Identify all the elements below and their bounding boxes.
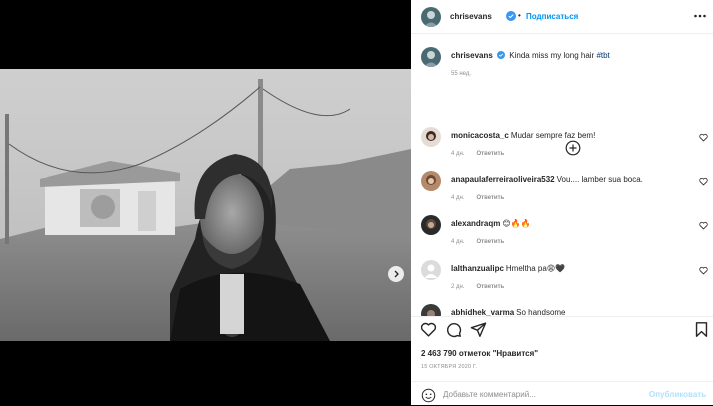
next-slide-button[interactable] [388,266,404,282]
comment-item: monicacosta_c Mudar sempre faz bem! 4 дн.… [421,127,711,167]
caption-text: chrisevans Kinda miss my long hair #tbt [451,51,610,60]
paper-plane-icon[interactable] [470,321,487,338]
comment-item: lalthanzualipc Hmeltha pa😩🖤 2 дн. Ответить [421,260,711,300]
post-details-panel: chrisevans • Подписаться chrisevans Kind… [411,0,713,405]
verified-badge-icon [506,11,516,21]
smiley-icon[interactable] [421,388,436,403]
reply-button[interactable]: Ответить [477,284,505,290]
post-actions: 2 463 790 отметок "Нравится" 15 ОКТЯБРЯ … [411,316,713,405]
post-date[interactable]: 15 ОКТЯБРЯ 2020 Г. [421,364,477,370]
photo-image [0,69,411,341]
comment-text: Vou.... lamber sua boca. [556,175,643,184]
post-header: chrisevans • Подписаться [411,0,713,34]
comment-input[interactable] [443,386,643,402]
comment-text: Mudar sempre faz bem! [510,131,596,140]
heart-icon[interactable] [699,133,708,142]
add-comment-bar: Опубликовать [411,381,713,406]
comment-item: alexandraqm 😊🔥🔥 4 дн. Ответить [421,215,711,255]
heart-icon[interactable] [420,321,437,338]
comment-username[interactable]: abhidhek_varma [451,308,514,316]
comment-time[interactable]: 4 дн. [451,151,465,157]
comment-username[interactable]: monicacosta_c [451,131,509,140]
caption-username[interactable]: chrisevans [451,51,493,60]
comments-list[interactable]: monicacosta_c Mudar sempre faz bem! 4 дн.… [411,120,713,316]
post-photo[interactable] [0,69,411,341]
heart-icon[interactable] [699,266,708,275]
bookmark-icon[interactable] [693,321,710,338]
commenter-avatar[interactable] [421,260,441,280]
commenter-avatar[interactable] [421,215,441,235]
caption-avatar[interactable] [421,47,441,67]
comment-text: 😊🔥🔥 [502,219,531,228]
comment-bubble-icon[interactable] [445,321,462,338]
follow-button[interactable]: Подписаться [526,12,578,21]
comment-item: anapaulaferreiraoliveira532 Vou.... lambe… [421,171,711,211]
separator-dot: • [518,11,521,20]
commenter-avatar[interactable] [421,127,441,147]
likes-count[interactable]: 2 463 790 отметок "Нравится" [421,349,538,358]
more-options-button[interactable] [692,8,708,24]
caption-timestamp[interactable]: 55 нед. [451,71,471,77]
heart-icon[interactable] [699,221,708,230]
comment-item: abhidhek_varma So handsome [421,304,711,316]
reply-button[interactable]: Ответить [477,151,505,157]
caption-body: Kinda miss my long hair [509,51,595,60]
reply-button[interactable]: Ответить [477,239,505,245]
comment-username[interactable]: anapaulaferreiraoliveira532 [451,175,555,184]
author-username[interactable]: chrisevans [450,12,492,21]
comment-username[interactable]: lalthanzualipc [451,264,504,273]
comment-time[interactable]: 4 дн. [451,239,465,245]
comment-username[interactable]: alexandraqm [451,219,500,228]
heart-icon[interactable] [699,177,708,186]
post-media [0,0,411,405]
comment-time[interactable]: 2 дн. [451,284,465,290]
more-horizontal-icon [694,14,706,18]
commenter-avatar[interactable] [421,171,441,191]
chevron-right-icon [394,270,399,278]
comment-time[interactable]: 4 дн. [451,195,465,201]
reply-button[interactable]: Ответить [477,195,505,201]
author-avatar[interactable] [421,7,441,27]
comment-text: So handsome [516,308,566,316]
comment-text: Hmeltha pa😩🖤 [505,264,566,273]
caption-hashtag[interactable]: #tbt [596,51,609,60]
verified-badge-icon [497,51,506,59]
commenter-avatar[interactable] [421,304,441,316]
publish-button[interactable]: Опубликовать [649,390,706,399]
